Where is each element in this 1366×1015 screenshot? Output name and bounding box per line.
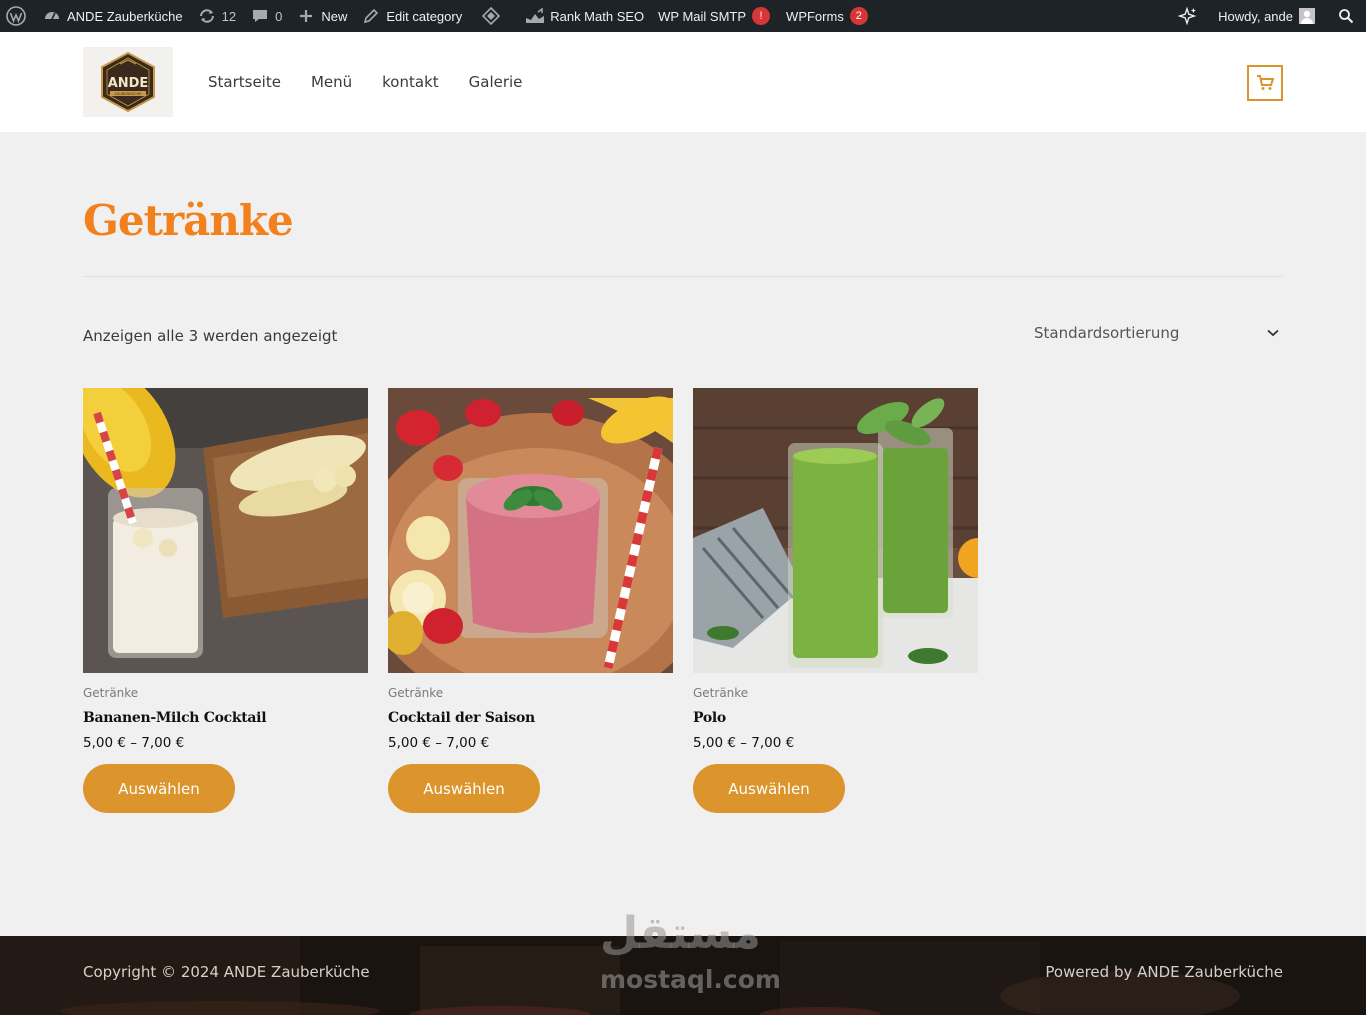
- plus-icon: [296, 6, 316, 26]
- powered-by-text: Powered by ANDE Zauberküche: [1045, 963, 1283, 981]
- product-card: Getränke Bananen-Milch Cocktail 5,00 € –…: [83, 388, 368, 813]
- logo-subtext: ZAUBERKÜCHE: [114, 91, 142, 96]
- updates-count: 12: [221, 8, 237, 24]
- updates-icon: [197, 6, 217, 26]
- main-navigation: Startseite Menü kontakt Galerie: [193, 70, 537, 94]
- wp-mail-smtp-label: WP Mail SMTP: [658, 8, 747, 24]
- edit-category-label: Edit category: [386, 8, 463, 24]
- product-card: Getränke Polo 5,00 € – 7,00 € Auswählen: [693, 388, 978, 813]
- product-category[interactable]: Getränke: [83, 686, 368, 700]
- product-image-seasonal-cocktail[interactable]: [388, 388, 673, 673]
- site-header: ANDE ZAUBERKÜCHE Startseite Menü kontakt…: [0, 32, 1366, 132]
- edit-category-link[interactable]: Edit category: [354, 0, 469, 32]
- product-price: 5,00 € – 7,00 €: [83, 735, 185, 751]
- updates-link[interactable]: 12: [190, 0, 243, 32]
- wp-mail-smtp-link[interactable]: WP Mail SMTP !: [651, 0, 777, 32]
- result-count: Anzeigen alle 3 werden angezeigt: [83, 327, 338, 345]
- ordering-select[interactable]: Standardsortierung: [1034, 322, 1283, 344]
- cart-icon: [1257, 75, 1274, 90]
- product-image-polo[interactable]: [693, 388, 978, 673]
- cart-button[interactable]: [1247, 65, 1283, 101]
- wordpress-icon: [6, 6, 26, 26]
- new-content-link[interactable]: New: [289, 0, 354, 32]
- select-options-button[interactable]: Auswählen: [83, 764, 235, 813]
- nav-item-startseite[interactable]: Startseite: [193, 70, 296, 94]
- pencil-icon: [361, 6, 381, 26]
- copyright-text: Copyright © 2024 ANDE Zauberküche: [83, 963, 370, 981]
- product-card: Getränke Cocktail der Saison 5,00 € – 7,…: [388, 388, 673, 813]
- nav-item-menu[interactable]: Menü: [296, 70, 367, 94]
- admin-search-button[interactable]: [1322, 0, 1366, 32]
- wpforms-label: WPForms: [786, 8, 844, 24]
- product-image-banana-milk[interactable]: [83, 388, 368, 673]
- ordering-value: Standardsortierung: [1034, 324, 1180, 342]
- title-divider: [83, 276, 1283, 277]
- product-title[interactable]: Bananen-Milch Cocktail: [83, 710, 368, 726]
- smtp-alert-badge: !: [752, 7, 771, 25]
- comments-count: 0: [275, 8, 283, 24]
- site-name-label: ANDE Zauberküche: [67, 8, 183, 24]
- logo-text: ANDE: [108, 76, 149, 91]
- product-title[interactable]: Polo: [693, 710, 978, 726]
- avatar: [1299, 8, 1315, 24]
- new-label: New: [321, 8, 348, 24]
- watermark-arabic: مستقل: [600, 908, 761, 959]
- watermark-latin: mostaql.com: [600, 965, 781, 994]
- sparkle-icon: [1177, 6, 1197, 26]
- comments-link[interactable]: 0: [243, 0, 289, 32]
- wordpress-logo-button[interactable]: [0, 0, 35, 32]
- product-price: 5,00 € – 7,00 €: [388, 735, 490, 751]
- diamond-plugin-link[interactable]: [469, 0, 513, 32]
- ande-logo-image: ANDE ZAUBERKÜCHE: [101, 51, 155, 113]
- nav-item-galerie[interactable]: Galerie: [454, 70, 538, 94]
- search-icon: [1336, 6, 1356, 26]
- ai-assistant-button[interactable]: [1163, 0, 1211, 32]
- rank-math-icon: [525, 6, 545, 26]
- product-category[interactable]: Getränke: [388, 686, 673, 700]
- nav-item-kontakt[interactable]: kontakt: [367, 70, 453, 94]
- admin-bar: ANDE Zauberküche 12 0 New Edit category …: [0, 0, 1366, 32]
- select-options-button[interactable]: Auswählen: [388, 764, 540, 813]
- comment-icon: [250, 6, 270, 26]
- product-category[interactable]: Getränke: [693, 686, 978, 700]
- greeting-label: Howdy, ande: [1218, 8, 1293, 24]
- wpforms-link[interactable]: WPForms 2: [777, 0, 875, 32]
- product-price: 5,00 € – 7,00 €: [693, 735, 795, 751]
- product-title[interactable]: Cocktail der Saison: [388, 710, 673, 726]
- site-name-link[interactable]: ANDE Zauberküche: [35, 0, 190, 32]
- wpforms-count-badge: 2: [849, 7, 868, 25]
- rank-math-link[interactable]: Rank Math SEO: [513, 0, 651, 32]
- select-options-button[interactable]: Auswählen: [693, 764, 845, 813]
- my-account-link[interactable]: Howdy, ande: [1211, 0, 1322, 32]
- dashboard-icon: [42, 6, 62, 26]
- site-logo[interactable]: ANDE ZAUBERKÜCHE: [83, 47, 173, 117]
- rank-math-label: Rank Math SEO: [550, 8, 645, 24]
- chevron-down-icon: [1267, 329, 1279, 337]
- admin-bar-right: Howdy, ande: [1163, 0, 1366, 32]
- diamond-icon: [481, 6, 501, 26]
- page-title: Getränke: [83, 196, 294, 245]
